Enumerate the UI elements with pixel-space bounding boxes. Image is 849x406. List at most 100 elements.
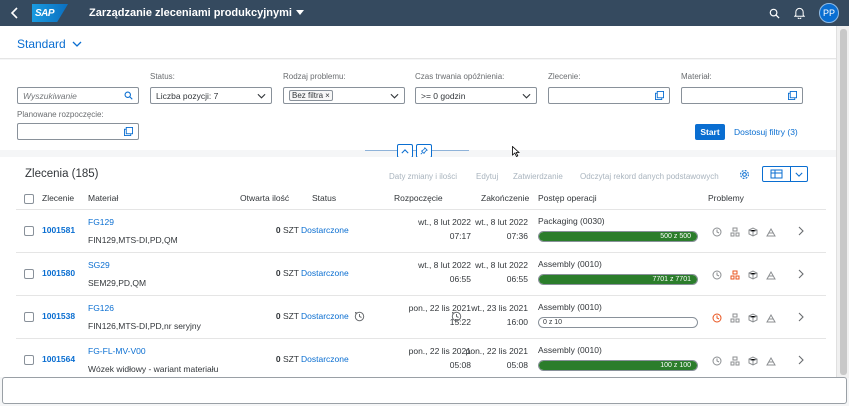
- end-time: 05:08: [506, 360, 528, 370]
- chevron-left-icon: [10, 7, 18, 19]
- col-header-progress[interactable]: Postęp operacji: [538, 193, 597, 203]
- delay-clock-icon: [712, 313, 722, 323]
- filter-token[interactable]: Bez filtra ×: [289, 90, 333, 101]
- end-date: wt., 8 lut 2022: [475, 217, 528, 227]
- quality-issue-icon: [748, 356, 758, 366]
- material-link[interactable]: FG129: [88, 217, 114, 227]
- col-header-open-qty[interactable]: Otwarta ilość: [240, 193, 289, 203]
- chevron-right-icon[interactable]: [798, 312, 804, 322]
- pin-icon: [420, 147, 428, 155]
- order-input[interactable]: [548, 87, 670, 104]
- order-link[interactable]: 1001580: [42, 268, 75, 278]
- change-dates-button[interactable]: Daty zmiany i ilości: [389, 172, 457, 181]
- row-checkbox[interactable]: [24, 226, 34, 236]
- variant-selector[interactable]: Standard: [17, 37, 82, 51]
- adapt-filters-link[interactable]: Dostosuj filtry (3): [734, 127, 798, 137]
- delay-label: Czas trwania opóźnienia:: [415, 72, 505, 81]
- material-link[interactable]: FG-FL-MV-V00: [88, 346, 146, 356]
- chevron-right-icon[interactable]: [798, 269, 804, 279]
- row-checkbox[interactable]: [24, 312, 34, 322]
- progress-text: 500 z 500: [660, 233, 691, 240]
- delay-select[interactable]: >= 0 godzin: [415, 87, 537, 104]
- chevron-right-icon[interactable]: [798, 355, 804, 365]
- export-menu-button[interactable]: [791, 167, 807, 181]
- col-header-end[interactable]: Zakończenie: [481, 193, 529, 203]
- status-select[interactable]: Liczba pozycji: 7: [150, 87, 272, 104]
- start-button[interactable]: Start: [695, 124, 725, 140]
- status-link[interactable]: Dostarczone: [301, 354, 349, 364]
- col-header-start[interactable]: Rozpoczęcie: [394, 193, 443, 203]
- issue-icons: [712, 270, 776, 280]
- end-delay-icon: [451, 311, 462, 322]
- edit-button[interactable]: Edytuj: [476, 172, 498, 181]
- search-icon: [124, 91, 133, 100]
- select-all-checkbox[interactable]: [24, 194, 34, 204]
- operation-name: Assembly (0010): [538, 302, 602, 312]
- material-description: SEM29,PD,QM: [88, 278, 147, 288]
- search-icon[interactable]: [769, 8, 780, 19]
- page-header: Standard: [0, 26, 836, 59]
- component-issue-icon: [730, 313, 740, 323]
- material-link[interactable]: SG29: [88, 260, 110, 270]
- quality-issue-icon: [748, 270, 758, 280]
- col-header-order[interactable]: Zlecenie: [42, 193, 74, 203]
- app-title-menu[interactable]: Zarządzanie zleceniami produkcyjnymi: [89, 7, 304, 19]
- pin-header-button[interactable]: [416, 144, 432, 158]
- search-input[interactable]: Wyszukiwanie: [17, 87, 139, 104]
- chevron-down-icon: [257, 93, 266, 99]
- approve-button[interactable]: Zatwierdzanie: [513, 172, 563, 181]
- order-link[interactable]: 1001538: [42, 311, 75, 321]
- bell-icon[interactable]: [794, 7, 805, 19]
- status-link[interactable]: Dostarczone: [301, 225, 349, 235]
- scrollbar-thumb[interactable]: [840, 29, 847, 375]
- order-link[interactable]: 1001581: [42, 225, 75, 235]
- delay-clock-icon: [712, 227, 722, 237]
- filter-bar: Wyszukiwanie Status: Liczba pozycji: 7 R…: [0, 60, 836, 158]
- table-row[interactable]: 1001564 FG-FL-MV-V00 Wózek widłowy - war…: [16, 339, 826, 382]
- chevron-right-icon[interactable]: [798, 226, 804, 236]
- row-checkbox[interactable]: [24, 355, 34, 365]
- read-master-data-button[interactable]: Odczytaj rekord danych podstawowych: [580, 172, 719, 181]
- end-time: 06:55: [506, 274, 528, 284]
- status-label: Status:: [150, 72, 175, 81]
- operation-name: Assembly (0010): [538, 259, 602, 269]
- back-button[interactable]: [2, 0, 28, 26]
- status-link[interactable]: Dostarczone: [301, 311, 349, 321]
- open-quantity: 0 SZT: [275, 311, 299, 321]
- table-row[interactable]: 1001580 SG29 SEM29,PD,QM 0 SZT Dostarczo…: [16, 253, 826, 296]
- resource-issue-icon: [766, 227, 776, 237]
- material-description: FIN126,MTS-DI,PD,nr seryjny: [88, 321, 201, 331]
- status-link[interactable]: Dostarczone: [301, 268, 349, 278]
- variant-name: Standard: [17, 37, 66, 51]
- col-header-issues[interactable]: Problemy: [708, 193, 744, 203]
- chevron-up-icon: [401, 148, 409, 153]
- planned-start-input[interactable]: [17, 123, 139, 140]
- table-row[interactable]: 1001581 FG129 FIN129,MTS-DI,PD,QM 0 SZT …: [16, 210, 826, 253]
- table-title: Zlecenia (185): [25, 168, 99, 180]
- operation-progress-bar: 500 z 500: [538, 231, 698, 242]
- issue-icons: [712, 356, 776, 366]
- export-button[interactable]: [763, 167, 792, 181]
- row-checkbox[interactable]: [24, 269, 34, 279]
- problem-multiselect[interactable]: Bez filtra ×: [283, 87, 405, 104]
- issue-icons: [712, 313, 776, 323]
- collapse-header-button[interactable]: [397, 144, 413, 158]
- col-header-material[interactable]: Materiał: [88, 193, 118, 203]
- footer-input-bar[interactable]: [2, 377, 847, 404]
- material-link[interactable]: FG126: [88, 303, 114, 313]
- close-icon[interactable]: ×: [325, 91, 330, 100]
- open-quantity: 0 SZT: [275, 354, 299, 364]
- sap-logo[interactable]: SAP: [32, 4, 68, 22]
- col-header-status[interactable]: Status: [312, 193, 336, 203]
- scrollbar[interactable]: [836, 26, 849, 378]
- operation-name: Assembly (0010): [538, 345, 602, 355]
- operation-progress-bar: 7701 z 7701: [538, 274, 698, 285]
- settings-button[interactable]: [739, 169, 750, 180]
- order-link[interactable]: 1001564: [42, 354, 75, 364]
- table-row[interactable]: 1001538 FG126 FIN126,MTS-DI,PD,nr seryjn…: [16, 296, 826, 339]
- issue-icons: [712, 227, 776, 237]
- progress-text: 7701 z 7701: [652, 276, 691, 283]
- export-split-button[interactable]: [762, 166, 808, 182]
- avatar[interactable]: PP: [819, 3, 839, 23]
- material-input[interactable]: [681, 87, 803, 104]
